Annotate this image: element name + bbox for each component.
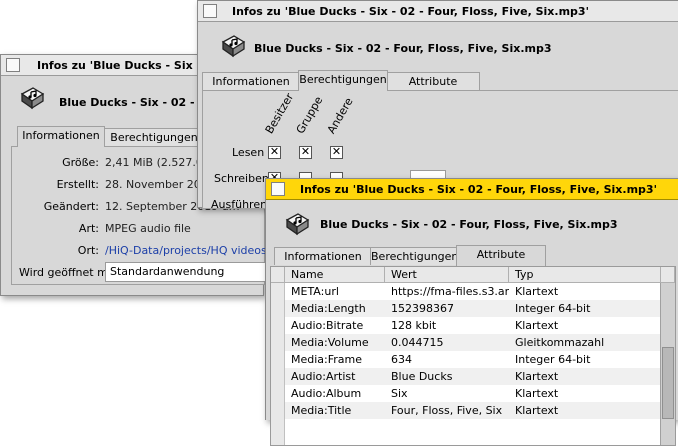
info-window-front: Infos zu 'Blue Ducks - Six - 02 - Four, … <box>265 178 678 446</box>
cell-type: Integer 64-bit <box>515 353 591 366</box>
audio-file-icon <box>221 35 246 58</box>
table-row[interactable]: Media:Title Four, Floss, Five, Six Klart… <box>285 402 661 419</box>
table-row[interactable]: Media:Volume 0.044715 Gleitkommazahl <box>285 334 661 351</box>
cell-type: Klartext <box>515 285 559 298</box>
read-other-checkbox[interactable]: ✕ <box>330 146 343 159</box>
tab-label: Berechtigungen <box>371 250 459 263</box>
col-header-name[interactable]: Name <box>285 267 385 283</box>
cell-type: Klartext <box>515 319 559 332</box>
scrollbar-thumb[interactable] <box>662 347 674 419</box>
read-owner-checkbox[interactable]: ✕ <box>268 146 281 159</box>
tab-label: Berechtigungen <box>299 73 387 86</box>
audio-file-icon <box>20 87 45 110</box>
close-icon[interactable] <box>6 58 20 72</box>
cell-value: Blue Ducks <box>391 370 453 383</box>
cell-type: Gleitkommazahl <box>515 336 605 349</box>
cell-name: Media:Title <box>291 404 352 417</box>
audio-file-icon <box>285 213 310 236</box>
title-bar[interactable]: Infos zu 'Blue Ducks - Six - 02 - Four, … <box>198 1 678 22</box>
table-body: META:url https://fma-files.s3.am... Klar… <box>285 283 661 445</box>
cell-value: 634 <box>391 353 412 366</box>
type-value: MPEG audio file <box>105 222 191 235</box>
opens-with-select[interactable]: Standardanwendung <box>105 262 281 282</box>
close-icon[interactable] <box>203 4 217 18</box>
close-icon[interactable] <box>271 182 285 196</box>
cell-type: Klartext <box>515 370 559 383</box>
cell-value: https://fma-files.s3.am... <box>391 285 509 298</box>
col-header-value[interactable]: Wert <box>385 267 509 283</box>
cell-name: Audio:Bitrate <box>291 319 364 332</box>
size-label: Größe: <box>62 156 99 169</box>
left-gutter <box>271 283 285 445</box>
tab-label: Attribute <box>476 248 526 261</box>
cell-name: Media:Volume <box>291 336 369 349</box>
tab-informationen[interactable]: Informationen <box>202 72 300 90</box>
type-label: Art: <box>78 222 99 235</box>
tab-label: Informationen <box>284 250 362 263</box>
window-title: Infos zu 'Blue Ducks - Six - 02 - Four, … <box>232 5 589 18</box>
table-row[interactable]: Audio:Album Six Klartext <box>285 385 661 402</box>
cell-name: META:url <box>291 285 339 298</box>
cell-value: 0.044715 <box>391 336 444 349</box>
table-row[interactable]: Audio:Artist Blue Ducks Klartext <box>285 368 661 385</box>
opens-with-value: Standardanwendung <box>110 265 225 278</box>
row-read-label: Lesen <box>232 146 265 159</box>
tab-informationen[interactable]: Informationen <box>17 126 105 147</box>
title-bar[interactable]: Infos zu 'Blue Ducks - Six - 02 - Four, … <box>266 179 678 200</box>
row-write-label: Schreiben <box>214 172 269 185</box>
tab-label: Informationen <box>212 75 290 88</box>
cell-type: Klartext <box>515 404 559 417</box>
table-row[interactable]: Media:Frame 634 Integer 64-bit <box>285 351 661 368</box>
col-header-corner <box>271 267 285 283</box>
cell-name: Media:Length <box>291 302 366 315</box>
tab-informationen[interactable]: Informationen <box>274 247 372 265</box>
cell-value: 128 kbit <box>391 319 437 332</box>
tab-label: Berechtigungen <box>110 131 198 144</box>
row-exec-label: Ausführen <box>211 198 268 211</box>
tab-attribute[interactable]: Attribute <box>386 72 480 90</box>
tab-label: Informationen <box>22 129 100 142</box>
vertical-scrollbar[interactable] <box>660 283 675 445</box>
table-row[interactable]: Media:Length 152398367 Integer 64-bit <box>285 300 661 317</box>
table-row[interactable]: Audio:Bitrate 128 kbit Klartext <box>285 317 661 334</box>
modified-label: Geändert: <box>43 200 99 213</box>
info-window-middle: Infos zu 'Blue Ducks - Six - 02 - Four, … <box>197 0 678 211</box>
file-name: Blue Ducks - Six - 02 - Four, Floss, Fiv… <box>254 42 552 55</box>
cell-name: Audio:Album <box>291 387 362 400</box>
tab-berechtigungen[interactable]: Berechtigungen <box>103 128 205 146</box>
attributes-table[interactable]: Name Wert Typ META:url https://fma-files… <box>270 266 676 446</box>
col-header-type[interactable]: Typ <box>509 267 661 283</box>
cell-value: 152398367 <box>391 302 454 315</box>
tab-attribute[interactable]: Attribute <box>456 245 546 266</box>
location-label: Ort: <box>77 244 99 257</box>
window-title: Infos zu 'Blue Ducks - Six - 02 - Four, … <box>300 183 657 196</box>
cell-name: Media:Frame <box>291 353 363 366</box>
tab-berechtigungen[interactable]: Berechtigungen <box>370 247 458 265</box>
opens-with-label: Wird geöffnet mit: <box>19 266 119 279</box>
col-header-corner <box>661 267 675 283</box>
cell-type: Klartext <box>515 387 559 400</box>
file-name: Blue Ducks - Six - 02 - Four, Floss, Fiv… <box>320 218 618 231</box>
cell-type: Integer 64-bit <box>515 302 591 315</box>
table-row[interactable]: META:url https://fma-files.s3.am... Klar… <box>285 283 661 300</box>
created-label: Erstellt: <box>56 178 99 191</box>
tab-berechtigungen[interactable]: Berechtigungen <box>298 70 388 91</box>
cell-value: Four, Floss, Five, Six <box>391 404 503 417</box>
cell-value: Six <box>391 387 408 400</box>
tab-label: Attribute <box>408 75 458 88</box>
read-group-checkbox[interactable]: ✕ <box>299 146 312 159</box>
cell-name: Audio:Artist <box>291 370 356 383</box>
